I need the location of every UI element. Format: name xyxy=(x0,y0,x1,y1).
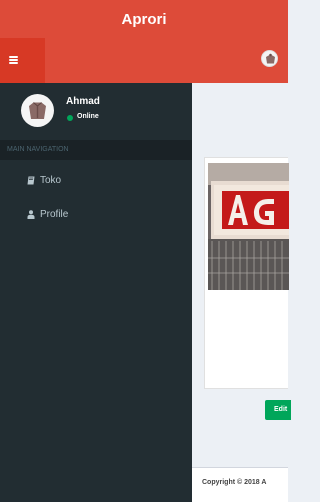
store-image xyxy=(208,163,289,290)
main-navigation-header: MAIN NAVIGATION xyxy=(0,140,192,160)
main-content: Edit xyxy=(192,83,291,467)
store-card: Edit xyxy=(204,157,291,420)
user-status[interactable]: Online xyxy=(77,113,99,120)
hamburger-icon xyxy=(9,56,18,64)
user-menu-avatar[interactable] xyxy=(261,50,278,67)
sidebar: Ahmad Online MAIN NAVIGATION Toko Profil… xyxy=(0,83,192,502)
online-status-icon xyxy=(67,115,73,121)
top-header: Aprori xyxy=(0,0,288,38)
app-logo-title[interactable]: Aprori xyxy=(122,11,167,28)
sidebar-toggle-button[interactable] xyxy=(0,38,45,83)
footer: Copyright © 2018 A xyxy=(192,467,288,502)
user-panel: Ahmad Online xyxy=(0,83,192,138)
edit-button[interactable]: Edit xyxy=(265,400,291,420)
user-photo-icon xyxy=(29,102,46,119)
store-photo xyxy=(208,163,289,290)
user-avatar-icon xyxy=(266,53,275,64)
sidebar-item-profile[interactable]: Profile xyxy=(0,201,192,229)
sidebar-item-label: Toko xyxy=(40,175,62,186)
sidebar-item-label: Profile xyxy=(40,209,69,220)
user-name: Ahmad xyxy=(66,96,100,107)
navbar xyxy=(0,38,288,83)
avatar xyxy=(21,94,54,127)
copyright-text: Copyright © 2018 A xyxy=(202,479,267,486)
user-icon xyxy=(27,210,35,219)
sidebar-item-toko[interactable]: Toko xyxy=(0,167,192,195)
book-icon xyxy=(27,176,35,185)
